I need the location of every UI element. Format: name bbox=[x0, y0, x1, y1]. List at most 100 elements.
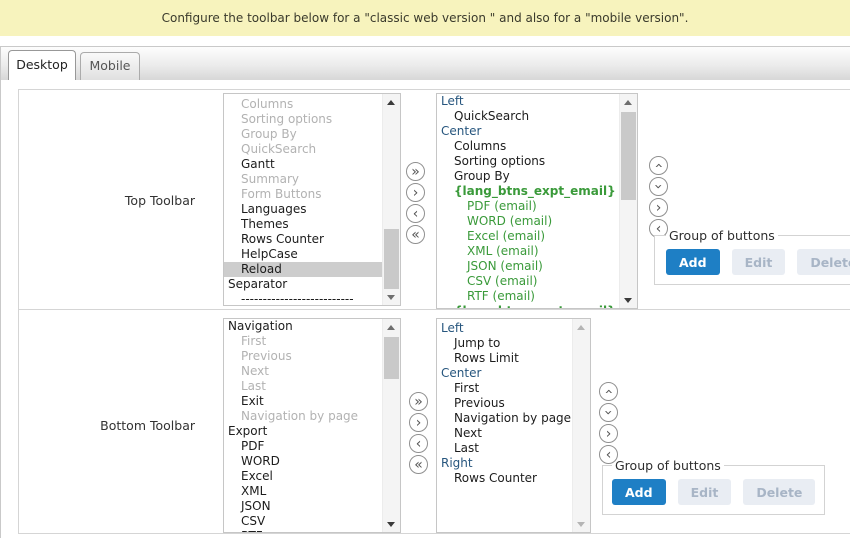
list-item[interactable]: Gantt bbox=[224, 157, 383, 172]
scrollbar-thumb[interactable] bbox=[621, 112, 636, 200]
move-up-button[interactable]: › bbox=[649, 156, 668, 175]
move-all-left-button[interactable]: « bbox=[406, 225, 425, 244]
list-item[interactable]: Group By bbox=[224, 127, 383, 142]
nest-right-button[interactable]: › bbox=[599, 424, 618, 443]
delete-button[interactable]: Delete bbox=[743, 479, 815, 505]
move-right-button[interactable]: › bbox=[409, 413, 428, 432]
scroll-up-button[interactable] bbox=[383, 94, 399, 110]
add-button[interactable]: Add bbox=[612, 479, 666, 505]
list-item[interactable]: Center bbox=[437, 366, 573, 381]
list-item[interactable]: WORD (email) bbox=[437, 214, 620, 229]
available-items-list[interactable]: NavigationFirstPreviousNextLastExitNavig… bbox=[223, 318, 401, 533]
list-item[interactable]: QuickSearch bbox=[224, 142, 383, 157]
list-item[interactable]: Rows Counter bbox=[224, 232, 383, 247]
list-item[interactable]: QuickSearch bbox=[437, 109, 620, 124]
scroll-up-button[interactable] bbox=[573, 319, 589, 335]
list-item[interactable]: Export bbox=[224, 424, 383, 439]
list-item[interactable]: {lang_btns_expt_email} bbox=[437, 184, 620, 199]
move-down-button[interactable]: › bbox=[599, 403, 618, 422]
move-all-right-button[interactable]: » bbox=[409, 392, 428, 411]
list-item[interactable]: PDF bbox=[224, 439, 383, 454]
list-item[interactable]: Left bbox=[437, 321, 573, 336]
list-item[interactable]: Exit bbox=[224, 394, 383, 409]
list-item[interactable]: First bbox=[437, 381, 573, 396]
list-item[interactable]: CSV bbox=[224, 514, 383, 529]
scrollbar[interactable] bbox=[382, 319, 400, 532]
tab-desktop[interactable]: Desktop bbox=[8, 50, 76, 80]
list-item[interactable]: Group By bbox=[437, 169, 620, 184]
list-item[interactable]: Navigation by page bbox=[224, 409, 383, 424]
list-item[interactable]: JSON bbox=[224, 499, 383, 514]
list-item[interactable]: HelpCase bbox=[224, 247, 383, 262]
tab-mobile[interactable]: Mobile bbox=[80, 52, 140, 80]
scrollbar[interactable] bbox=[382, 94, 400, 305]
list-item[interactable]: Jump to bbox=[437, 336, 573, 351]
add-button[interactable]: Add bbox=[666, 249, 720, 275]
scroll-up-button[interactable] bbox=[620, 94, 636, 110]
list-item[interactable]: Center bbox=[437, 124, 620, 139]
list-item[interactable]: WORD bbox=[224, 454, 383, 469]
move-down-button[interactable]: › bbox=[649, 177, 668, 196]
triangle-down-icon bbox=[577, 522, 585, 527]
scrollbar-thumb[interactable] bbox=[384, 229, 399, 289]
list-item[interactable]: Next bbox=[224, 364, 383, 379]
scrollbar-thumb[interactable] bbox=[384, 337, 399, 379]
scroll-up-button[interactable] bbox=[383, 319, 399, 335]
list-item[interactable]: Next bbox=[437, 426, 573, 441]
list-item[interactable]: Columns bbox=[437, 139, 620, 154]
list-item-selected[interactable]: Reload bbox=[224, 262, 383, 277]
list-item[interactable]: First bbox=[224, 334, 383, 349]
list-item[interactable]: XML bbox=[224, 484, 383, 499]
scroll-down-button[interactable] bbox=[383, 289, 399, 305]
move-right-button[interactable]: › bbox=[406, 183, 425, 202]
list-item[interactable]: Themes bbox=[224, 217, 383, 232]
available-items-list[interactable]: ColumnsSorting optionsGroup ByQuickSearc… bbox=[223, 93, 401, 306]
list-item[interactable]: Columns bbox=[224, 97, 383, 112]
list-item[interactable]: Navigation bbox=[224, 319, 383, 334]
list-item[interactable]: Last bbox=[224, 379, 383, 394]
tab-widget: Desktop Mobile Top Toolbar ColumnsSortin… bbox=[0, 46, 850, 538]
list-item[interactable]: Last bbox=[437, 441, 573, 456]
list-item[interactable]: Previous bbox=[224, 349, 383, 364]
move-left-button[interactable]: ‹ bbox=[406, 204, 425, 223]
list-item[interactable]: JSON (email) bbox=[437, 259, 620, 274]
list-item[interactable]: Rows Limit bbox=[437, 351, 573, 366]
list-item-partial[interactable]: RTF bbox=[224, 529, 383, 532]
list-item[interactable]: XML (email) bbox=[437, 244, 620, 259]
move-all-right-button[interactable]: » bbox=[406, 162, 425, 181]
list-item[interactable]: Sorting options bbox=[437, 154, 620, 169]
list-item[interactable]: RTF (email) bbox=[437, 289, 620, 304]
move-up-button[interactable]: › bbox=[599, 382, 618, 401]
list-item[interactable]: Left bbox=[437, 94, 620, 109]
bottom-toolbar-section: Bottom Toolbar NavigationFirstPreviousNe… bbox=[18, 309, 850, 534]
move-all-left-button[interactable]: « bbox=[409, 455, 428, 474]
list-item[interactable]: PDF (email) bbox=[437, 199, 620, 214]
list-item[interactable]: Separator bbox=[224, 277, 383, 292]
toolbar-config-page: Configure the toolbar below for a "class… bbox=[0, 0, 850, 538]
nest-right-button[interactable]: › bbox=[649, 198, 668, 217]
scroll-down-button[interactable] bbox=[383, 516, 399, 532]
delete-button[interactable]: Delete bbox=[797, 249, 850, 275]
list-item[interactable]: Excel bbox=[224, 469, 383, 484]
list-item[interactable]: Navigation by page bbox=[437, 411, 573, 426]
list-item[interactable]: Excel (email) bbox=[437, 229, 620, 244]
list-item[interactable]: Right bbox=[437, 456, 573, 471]
list-item-partial[interactable]: {lang_btns_expt_email} bbox=[437, 304, 620, 308]
assigned-items-list[interactable]: LeftQuickSearchCenterColumnsSorting opti… bbox=[436, 93, 638, 309]
scroll-down-button[interactable] bbox=[620, 292, 636, 308]
list-item[interactable]: -------------------------- bbox=[224, 292, 383, 305]
list-item[interactable]: Summary bbox=[224, 172, 383, 187]
list-item[interactable]: Languages bbox=[224, 202, 383, 217]
assigned-items-list[interactable]: LeftJump toRows LimitCenterFirstPrevious… bbox=[436, 318, 591, 533]
edit-button[interactable]: Edit bbox=[732, 249, 786, 275]
scrollbar[interactable] bbox=[572, 319, 590, 532]
list-item[interactable]: Form Buttons bbox=[224, 187, 383, 202]
move-left-button[interactable]: ‹ bbox=[409, 434, 428, 453]
scrollbar[interactable] bbox=[619, 94, 637, 308]
list-item[interactable]: Rows Counter bbox=[437, 471, 573, 486]
list-item[interactable]: CSV (email) bbox=[437, 274, 620, 289]
list-item[interactable]: Previous bbox=[437, 396, 573, 411]
edit-button[interactable]: Edit bbox=[678, 479, 732, 505]
list-item[interactable]: Sorting options bbox=[224, 112, 383, 127]
scroll-down-button[interactable] bbox=[573, 516, 589, 532]
